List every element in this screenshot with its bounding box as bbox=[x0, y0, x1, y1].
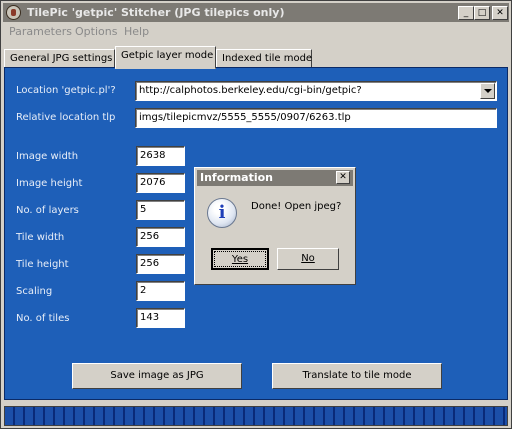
tab-getpic-layer-mode[interactable]: Getpic layer mode bbox=[115, 46, 216, 69]
scaling-label: Scaling bbox=[16, 286, 53, 297]
layers-input[interactable]: 5 bbox=[136, 200, 185, 220]
tiles-count-label: No. of tiles bbox=[16, 313, 70, 324]
translate-to-tile-mode-button[interactable]: Translate to tile mode bbox=[272, 363, 442, 389]
yes-button-label: Yes bbox=[231, 254, 249, 265]
tile-height-label: Tile height bbox=[16, 259, 69, 270]
image-width-label: Image width bbox=[16, 151, 79, 162]
scaling-input[interactable]: 2 bbox=[136, 281, 185, 301]
menu-parameters[interactable]: Parameters bbox=[9, 25, 72, 38]
menu-options[interactable]: Options bbox=[75, 25, 117, 38]
maximize-button[interactable]: □ bbox=[474, 6, 490, 20]
tab-general-jpg-settings[interactable]: General JPG settings bbox=[4, 49, 115, 69]
information-dialog: Information ✕ i Done! Open jpeg? Yes No bbox=[194, 167, 356, 285]
menu-bar: Parameters Options Help bbox=[3, 23, 509, 41]
dialog-message: Done! Open jpeg? bbox=[251, 201, 342, 212]
tile-width-input[interactable]: 256 bbox=[136, 227, 185, 247]
relative-location-input[interactable]: imgs/tilepicmvz/5555_5555/0907/6263.tlp bbox=[135, 108, 497, 128]
no-button-label: No bbox=[301, 253, 315, 264]
relative-location-label: Relative location tlp bbox=[16, 112, 116, 123]
image-height-input[interactable]: 2076 bbox=[136, 173, 185, 193]
information-icon: i bbox=[207, 198, 237, 228]
tile-height-input[interactable]: 256 bbox=[136, 254, 185, 274]
location-value: http://calphotos.berkeley.edu/cgi-bin/ge… bbox=[139, 85, 362, 96]
tab-indexed-tile-mode[interactable]: Indexed tile mode bbox=[216, 49, 312, 69]
menu-help[interactable]: Help bbox=[124, 25, 149, 38]
location-label: Location 'getpic.pl'? bbox=[16, 85, 116, 96]
layers-label: No. of layers bbox=[16, 205, 79, 216]
chevron-down-icon[interactable] bbox=[480, 83, 495, 99]
dialog-close-icon[interactable]: ✕ bbox=[336, 171, 350, 184]
no-button[interactable]: No bbox=[277, 248, 339, 270]
title-bar: TilePic 'getpic' Stitcher (JPG tilepics … bbox=[3, 3, 509, 22]
dialog-title: Information bbox=[200, 171, 273, 184]
progress-bar bbox=[4, 406, 508, 426]
location-combo[interactable]: http://calphotos.berkeley.edu/cgi-bin/ge… bbox=[135, 81, 497, 101]
minimize-button[interactable]: _ bbox=[458, 6, 474, 20]
tile-width-label: Tile width bbox=[16, 232, 65, 243]
yes-button[interactable]: Yes bbox=[211, 248, 269, 270]
image-width-input[interactable]: 2638 bbox=[136, 146, 185, 166]
app-icon bbox=[6, 5, 21, 20]
main-window: TilePic 'getpic' Stitcher (JPG tilepics … bbox=[0, 0, 512, 429]
close-button[interactable]: ✕ bbox=[492, 6, 508, 20]
dialog-title-bar: Information ✕ bbox=[197, 170, 353, 186]
tiles-count-input[interactable]: 143 bbox=[136, 308, 185, 328]
save-image-button[interactable]: Save image as JPG bbox=[72, 363, 242, 389]
image-height-label: Image height bbox=[16, 178, 83, 189]
progress-fill bbox=[5, 407, 507, 425]
window-title: TilePic 'getpic' Stitcher (JPG tilepics … bbox=[27, 6, 285, 19]
